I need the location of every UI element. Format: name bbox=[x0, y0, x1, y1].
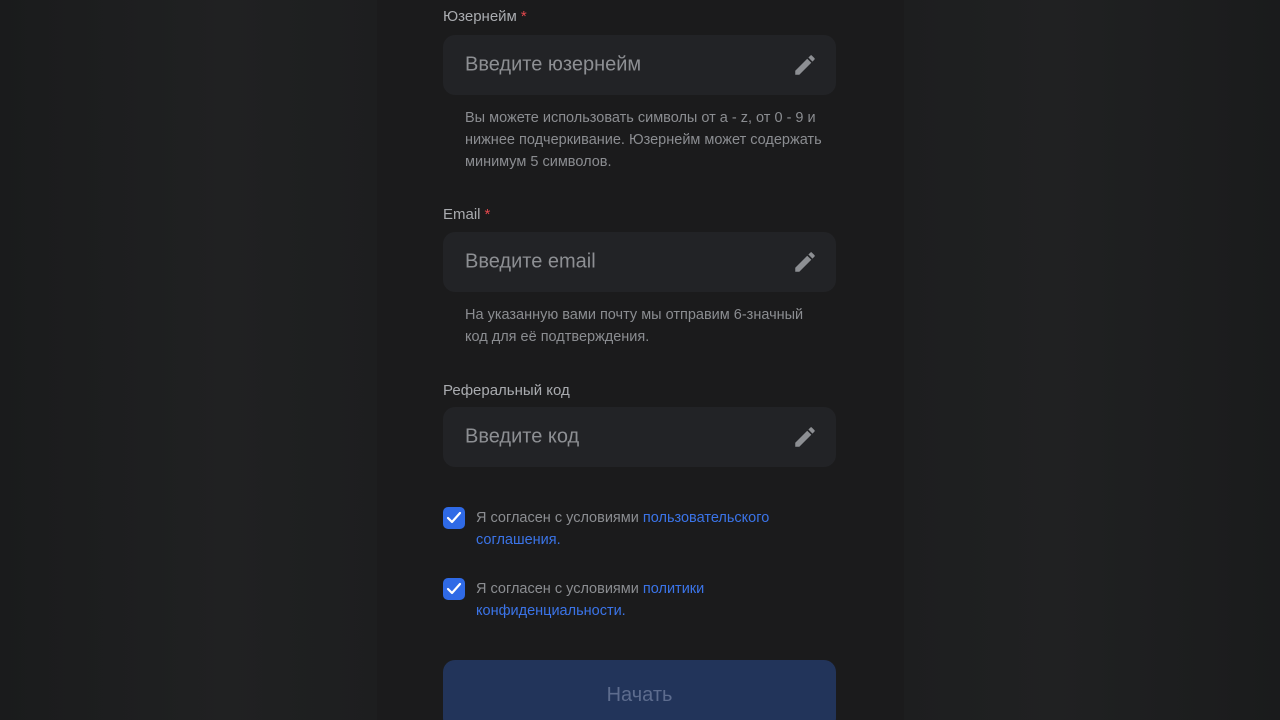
privacy-text: Я согласен с условиями политики конфиден… bbox=[476, 578, 816, 622]
referral-label: Реферальный код bbox=[443, 382, 570, 399]
pencil-icon[interactable] bbox=[792, 424, 818, 450]
terms-checkbox[interactable] bbox=[443, 507, 465, 529]
pencil-icon[interactable] bbox=[792, 249, 818, 275]
referral-input[interactable] bbox=[465, 425, 765, 449]
start-button[interactable]: Начать bbox=[443, 660, 836, 720]
username-label-text: Юзернейм bbox=[443, 8, 517, 25]
background-right bbox=[904, 0, 1280, 720]
required-mark: * bbox=[484, 206, 491, 223]
email-label-text: Email bbox=[443, 206, 481, 223]
username-hint: Вы можете использовать символы от a - z,… bbox=[465, 110, 822, 170]
email-input[interactable] bbox=[465, 250, 765, 274]
background-left bbox=[0, 0, 377, 720]
required-mark: * bbox=[520, 8, 527, 25]
username-input[interactable] bbox=[465, 53, 765, 77]
terms-text-prefix: Я согласен с условиями bbox=[476, 510, 643, 526]
referral-field[interactable] bbox=[443, 407, 836, 467]
email-field[interactable] bbox=[443, 232, 836, 292]
email-hint: На указанную вами почту мы отправим 6-зн… bbox=[465, 307, 804, 345]
username-label: Юзернейм * bbox=[443, 8, 527, 25]
privacy-text-prefix: Я согласен с условиями bbox=[476, 581, 643, 597]
username-field[interactable] bbox=[443, 35, 836, 95]
checkmark-icon bbox=[446, 582, 462, 595]
registration-form: Юзернейм* Вы можете использовать символы… bbox=[377, 0, 904, 720]
referral-label-text: Реферальный код bbox=[443, 382, 570, 399]
pencil-icon[interactable] bbox=[792, 52, 818, 78]
terms-text: Я согласен с условиями пользовательского… bbox=[476, 507, 816, 551]
privacy-checkbox[interactable] bbox=[443, 578, 465, 600]
email-label: Email * bbox=[443, 206, 490, 223]
checkmark-icon bbox=[446, 511, 462, 524]
